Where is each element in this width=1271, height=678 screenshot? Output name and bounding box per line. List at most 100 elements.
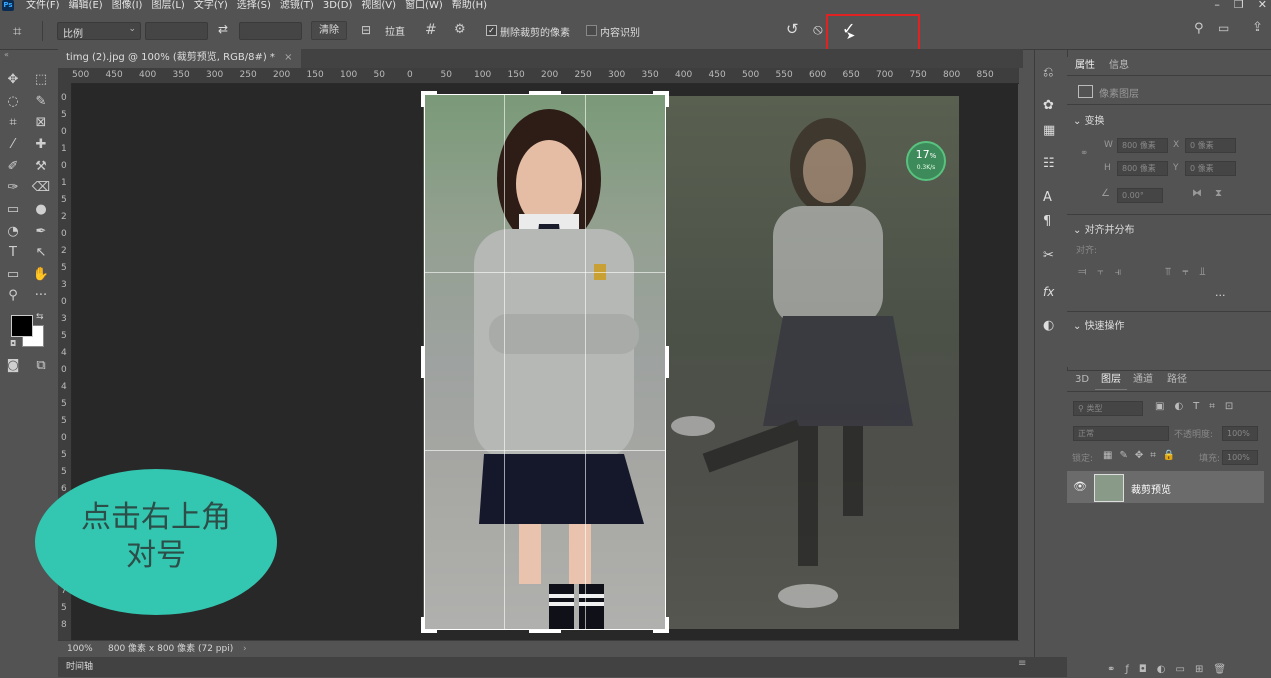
frame-tool-icon[interactable]: ⊠ — [31, 113, 51, 133]
styles-panel-icon[interactable]: fx — [1043, 285, 1054, 299]
character-panel-icon[interactable]: A — [1043, 190, 1052, 205]
menu-view[interactable]: 视图(V) — [361, 0, 396, 13]
hand-tool-icon[interactable]: ✋ — [31, 265, 51, 285]
align-buttons[interactable]: ⫤⫟⫣ — [1078, 265, 1132, 279]
x-field[interactable]: 0 像素 — [1185, 138, 1236, 153]
workspace-icon[interactable]: ▭ — [1218, 21, 1229, 35]
menu-3d[interactable]: 3D(D) — [323, 0, 353, 13]
brush-tool-icon[interactable]: ✐ — [3, 157, 23, 177]
crop-handle-left[interactable] — [421, 346, 425, 378]
straighten-button[interactable]: 拉直 — [385, 23, 405, 38]
angle-field[interactable]: 0.00° — [1117, 188, 1163, 203]
y-field[interactable]: 0 像素 — [1185, 161, 1236, 176]
crop-handle-right[interactable] — [665, 346, 669, 378]
tab-paths[interactable]: 路径 — [1161, 371, 1193, 389]
type-tool-icon[interactable]: T — [3, 243, 23, 263]
tab-layers[interactable]: 图层 — [1095, 371, 1127, 390]
libraries-panel-icon[interactable]: ☷ — [1043, 156, 1055, 171]
delete-cropped-checkbox[interactable]: ✓ — [486, 25, 497, 36]
reset-icon[interactable]: ↺ — [786, 20, 799, 38]
collapse-arrows-icon[interactable]: « — [4, 50, 9, 59]
menu-layer[interactable]: 图层(L) — [151, 0, 184, 13]
lock-icons[interactable]: ▦✎✥⌗🔒 — [1103, 450, 1182, 461]
flip-vertical-icon[interactable]: ⧗ — [1215, 188, 1222, 199]
crop-handle-tl-v[interactable] — [421, 91, 425, 107]
quick-mask-icon[interactable]: ◙ — [3, 356, 23, 376]
quick-select-tool-icon[interactable]: ✎ — [31, 92, 51, 112]
history-panel-icon[interactable]: ⎌ — [1043, 65, 1053, 80]
menu-edit[interactable]: 编辑(E) — [69, 0, 103, 13]
menu-window[interactable]: 窗口(W) — [405, 0, 443, 13]
zoom-tool-icon[interactable]: ⚲ — [3, 286, 23, 306]
dodge-tool-icon[interactable]: ◔ — [3, 222, 23, 242]
share-icon[interactable]: ⇪ — [1252, 20, 1263, 35]
tab-close-icon[interactable]: × — [284, 52, 292, 63]
restore-icon[interactable]: ❐ — [1234, 0, 1244, 11]
ratio-width-input[interactable] — [145, 22, 208, 40]
swatches-panel-icon[interactable]: ▦ — [1043, 123, 1055, 138]
gear-icon[interactable]: ⚙ — [454, 22, 466, 37]
swap-icon[interactable]: ⇄ — [218, 22, 228, 36]
swap-colors-icon[interactable]: ⇆ — [36, 312, 44, 322]
adjustments-panel-icon[interactable]: ◐ — [1043, 318, 1054, 333]
minimize-icon[interactable]: – — [1214, 0, 1220, 11]
layer-name[interactable]: 裁剪预览 — [1131, 481, 1171, 496]
tab-3d[interactable]: 3D — [1069, 371, 1095, 389]
tab-properties[interactable]: 属性 — [1069, 57, 1101, 76]
layer-filter-icons[interactable]: ▣◐T⌗⊡ — [1155, 401, 1243, 412]
marquee-tool-icon[interactable]: ⬚ — [31, 70, 51, 90]
tab-info[interactable]: 信息 — [1103, 57, 1135, 75]
menu-image[interactable]: 图像(I) — [112, 0, 143, 13]
tools-preset-icon[interactable]: ✂ — [1043, 248, 1054, 263]
crop-tool-icon[interactable]: ⌗ — [3, 113, 23, 133]
menu-select[interactable]: 选择(S) — [237, 0, 271, 13]
zoom-level[interactable]: 100% — [67, 641, 93, 657]
crop-handle-bottom[interactable] — [529, 629, 561, 633]
document-info[interactable]: 800 像素 x 800 像素 (72 ppi) — [108, 641, 233, 657]
menu-type[interactable]: 文字(Y) — [194, 0, 228, 13]
move-tool-icon[interactable]: ✥ — [3, 70, 23, 90]
pen-tool-icon[interactable]: ✒ — [31, 222, 51, 242]
menu-filter[interactable]: 滤镜(T) — [280, 0, 314, 13]
paragraph-panel-icon[interactable]: ¶ — [1043, 214, 1051, 229]
fill-field[interactable]: 100% — [1222, 450, 1258, 465]
gradient-tool-icon[interactable]: ▭ — [3, 200, 23, 220]
transform-header[interactable]: ⌄ 变换 — [1073, 112, 1105, 127]
cancel-icon[interactable]: ⦸ — [813, 20, 823, 38]
history-brush-icon[interactable]: ✑ — [3, 178, 23, 198]
document-tab[interactable]: timg (2).jpg @ 100% (裁剪预览, RGB/8#) * × — [58, 49, 301, 68]
flip-horizontal-icon[interactable]: ⧓ — [1192, 188, 1202, 199]
crop-tool-icon[interactable]: ⌗ — [13, 22, 21, 40]
chevron-right-icon[interactable]: › — [243, 641, 247, 657]
tab-channels[interactable]: 通道 — [1127, 371, 1159, 389]
layer-filter-select[interactable]: ⚲ 类型 — [1073, 401, 1143, 416]
menu-help[interactable]: 帮助(H) — [452, 0, 487, 13]
align-vertical-buttons[interactable]: ⫪⫧⫫ — [1165, 265, 1217, 279]
quick-actions-header[interactable]: ⌄ 快速操作 — [1073, 317, 1125, 332]
menu-file[interactable]: 文件(F) — [26, 0, 60, 13]
screen-mode-icon[interactable]: ⧉ — [31, 356, 51, 376]
more-options-icon[interactable]: ··· — [1215, 289, 1226, 302]
height-field[interactable]: 800 像素 — [1117, 161, 1168, 176]
more-tools-icon[interactable]: ··· — [31, 286, 51, 306]
default-colors-icon[interactable]: ◘ — [10, 339, 16, 348]
ratio-height-input[interactable] — [239, 22, 302, 40]
eye-icon[interactable]: 👁 — [1073, 480, 1087, 493]
search-icon[interactable]: ⚲ — [1194, 21, 1204, 36]
stamp-tool-icon[interactable]: ⚒ — [31, 157, 51, 177]
layer-row[interactable]: 👁 裁剪预览 — [1067, 471, 1264, 503]
panel-menu-icon[interactable]: ≡ — [1018, 654, 1026, 674]
grid-overlay-icon[interactable]: # — [425, 22, 437, 38]
crop-handle-br-v[interactable] — [665, 617, 669, 633]
healing-brush-icon[interactable]: ✚ — [31, 135, 51, 155]
timeline-tab[interactable]: 时间轴 — [66, 657, 93, 677]
crop-handle-bl-v[interactable] — [421, 617, 425, 633]
path-select-icon[interactable]: ↖ — [31, 243, 51, 263]
opacity-field[interactable]: 100% — [1222, 426, 1258, 441]
eyedropper-tool-icon[interactable]: ⁄ — [3, 135, 23, 155]
link-icon[interactable]: ⚭ — [1080, 148, 1088, 159]
color-panel-icon[interactable]: ✿ — [1043, 98, 1054, 113]
blend-mode-select[interactable]: 正常 — [1073, 426, 1169, 441]
lasso-tool-icon[interactable]: ◌ — [3, 92, 23, 112]
content-aware-checkbox[interactable] — [586, 25, 597, 36]
